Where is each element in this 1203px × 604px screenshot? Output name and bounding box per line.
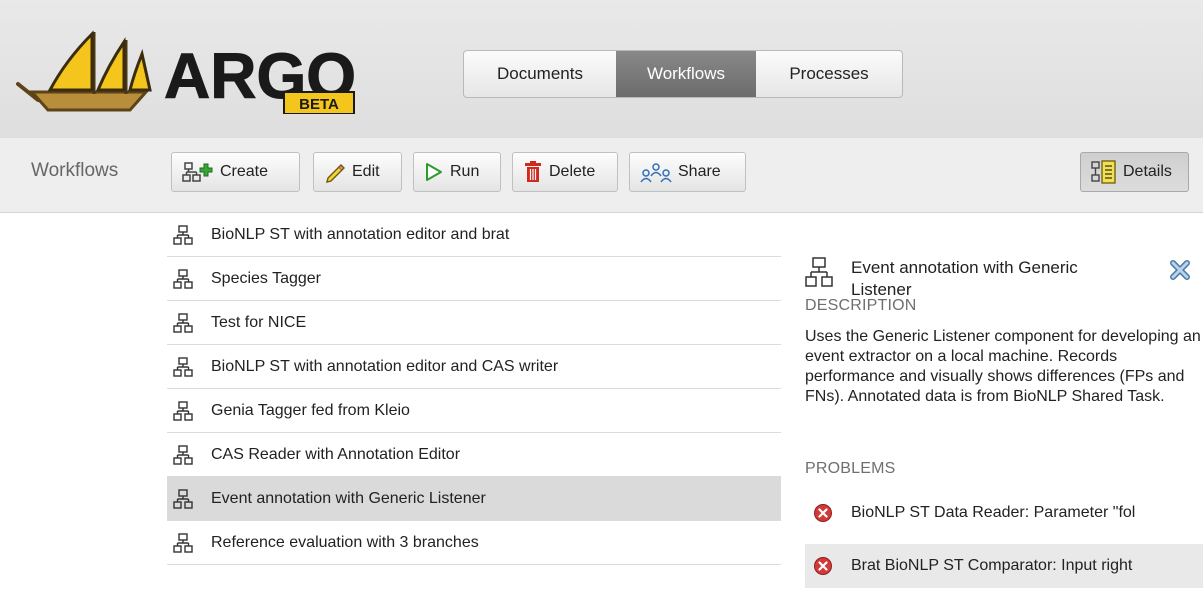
workflow-name: Event annotation with Generic Listener <box>211 489 486 507</box>
toolbar-title: Workflows <box>31 160 119 181</box>
workflow-name: BioNLP ST with annotation editor and bra… <box>211 225 510 243</box>
create-workflow-icon <box>182 162 213 182</box>
workflow-name: BioNLP ST with annotation editor and CAS… <box>211 357 559 375</box>
app-header: ARGO BETA Documents Workflows Processes <box>0 0 1203 138</box>
main-nav: Documents Workflows Processes <box>463 50 903 98</box>
workflow-name: Species Tagger <box>211 269 321 287</box>
details-panel: Event annotation with Generic Listener D… <box>783 213 1203 604</box>
users-icon <box>640 163 672 183</box>
description-heading: DESCRIPTION <box>805 297 917 314</box>
workflow-row[interactable]: Test for NICE <box>167 301 781 345</box>
workflow-row[interactable]: Genia Tagger fed from Kleio <box>167 389 781 433</box>
workflow-toolbar: Workflows Create Edit Run Delete Share D… <box>0 138 1203 213</box>
delete-button[interactable]: Delete <box>512 152 618 192</box>
problem-text: Brat BioNLP ST Comparator: Input right <box>851 557 1133 574</box>
workflow-row[interactable]: BioNLP ST with annotation editor and CAS… <box>167 345 781 389</box>
workflow-name: Reference evaluation with 3 branches <box>211 533 479 551</box>
create-label: Create <box>220 163 269 180</box>
argo-logo[interactable]: ARGO BETA <box>14 14 374 114</box>
description-text: Uses the Generic Listener component for … <box>805 328 1201 405</box>
details-title: Event annotation with Generic Listener <box>851 258 1078 299</box>
workflow-icon <box>173 312 195 333</box>
workflow-row[interactable]: CAS Reader with Annotation Editor <box>167 433 781 477</box>
workflow-icon <box>173 356 195 377</box>
workflow-row[interactable]: Reference evaluation with 3 branches <box>167 521 781 565</box>
error-icon <box>813 556 835 576</box>
workflow-icon <box>173 488 195 509</box>
problems-heading: PROBLEMS <box>805 460 896 477</box>
workflow-row[interactable]: BioNLP ST with annotation editor and bra… <box>167 213 781 257</box>
workflow-list: BioNLP ST with annotation editor and bra… <box>167 213 781 565</box>
workflow-icon <box>173 268 195 289</box>
workflow-icon <box>173 224 195 245</box>
details-panel-icon <box>1091 160 1116 184</box>
edit-button[interactable]: Edit <box>313 152 402 192</box>
problem-item[interactable]: Brat BioNLP ST Comparator: Input right <box>805 544 1203 588</box>
logo-beta-badge: BETA <box>299 96 339 113</box>
details-label: Details <box>1123 163 1172 180</box>
close-icon[interactable] <box>1169 259 1191 286</box>
workflow-icon <box>173 444 195 465</box>
workflow-row[interactable]: Species Tagger <box>167 257 781 301</box>
problem-item[interactable]: BioNLP ST Data Reader: Parameter "fol <box>805 491 1203 535</box>
details-button[interactable]: Details <box>1080 152 1189 192</box>
error-icon <box>813 503 835 523</box>
workflow-row-selected[interactable]: Event annotation with Generic Listener <box>167 477 781 521</box>
pencil-icon <box>326 164 345 183</box>
delete-label: Delete <box>549 163 596 180</box>
workflow-icon <box>173 532 195 553</box>
workflow-name: Test for NICE <box>211 313 307 331</box>
workflow-name: CAS Reader with Annotation Editor <box>211 445 461 463</box>
run-label: Run <box>450 163 480 180</box>
problem-text: BioNLP ST Data Reader: Parameter "fol <box>851 504 1136 521</box>
tab-processes[interactable]: Processes <box>756 51 902 97</box>
play-icon <box>426 163 442 181</box>
workflow-name: Genia Tagger fed from Kleio <box>211 401 410 419</box>
workflow-icon <box>805 257 833 292</box>
edit-label: Edit <box>352 163 380 180</box>
workflow-icon <box>173 400 195 421</box>
tab-workflows[interactable]: Workflows <box>616 51 756 97</box>
tab-documents[interactable]: Documents <box>464 51 616 97</box>
trash-icon <box>525 161 541 182</box>
run-button[interactable]: Run <box>413 152 501 192</box>
create-button[interactable]: Create <box>171 152 300 192</box>
share-label: Share <box>678 163 721 180</box>
share-button[interactable]: Share <box>629 152 746 192</box>
